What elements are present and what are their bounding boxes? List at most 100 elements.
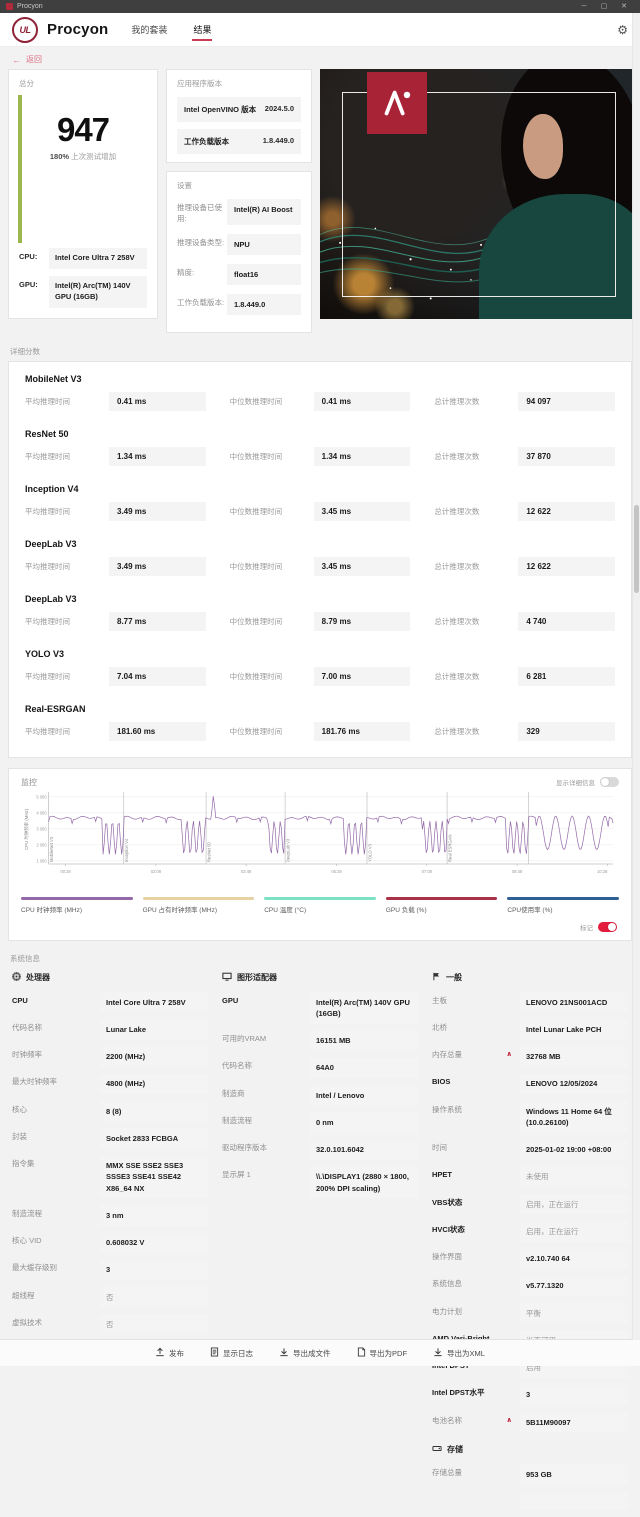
- metric-label: 平均推理时间: [25, 506, 109, 517]
- sysinfo-row: 制造流程0 nm: [222, 1112, 418, 1132]
- sysinfo-row: VBS状态启用，正在运行: [432, 1194, 628, 1214]
- footer-button-label: 发布: [169, 1348, 184, 1359]
- sysinfo-key-text: 代码名称: [222, 1061, 252, 1072]
- details-toggle-label: 显示详细信息: [556, 777, 595, 787]
- metric-value: 7.00 ms: [314, 667, 411, 686]
- footer-button-导出为XML[interactable]: 导出为XML: [433, 1347, 485, 1359]
- sysinfo-row: 制造商Intel / Lenovo: [222, 1085, 418, 1105]
- metric-value: 3.49 ms: [109, 502, 206, 521]
- sysinfo-value: Intel Lunar Lake PCH: [520, 1019, 628, 1039]
- maximize-button[interactable]: ▢: [594, 0, 614, 13]
- settings-rows: 推理设备已使用:Intel(R) AI Boost推理设备类型:NPU精度:fl…: [177, 199, 301, 315]
- window-titlebar: Procyon ─ ▢ ✕: [0, 0, 640, 13]
- footer-button-显示日志[interactable]: 显示日志: [210, 1347, 253, 1359]
- sysinfo-key-text: HVCI状态: [432, 1225, 465, 1236]
- legend-item: CPU 时钟频率 (MHz): [21, 897, 133, 915]
- sysinfo-value: 启用，正在运行: [520, 1221, 628, 1241]
- sysinfo-key: 内存总量∧: [432, 1047, 520, 1061]
- sysinfo-group-title: 图形适配器: [237, 972, 277, 983]
- sysinfo-group-header: 存储: [432, 1444, 628, 1455]
- tab-my-suites[interactable]: 我的套装: [130, 13, 168, 46]
- footer-button-label: 导出为XML: [447, 1348, 485, 1359]
- sysinfo-value: 否: [100, 1287, 208, 1307]
- minimize-button[interactable]: ─: [574, 0, 594, 13]
- metric-value: 94 097: [518, 392, 615, 411]
- legend-item: CPU使用率 (%): [507, 897, 619, 915]
- app-version-card: 应用程序版本 Intel OpenVINO 版本 2024.5.0 工作负载版本…: [166, 69, 312, 163]
- chevron-up-icon[interactable]: ∧: [506, 1050, 512, 1061]
- svg-text:YOLO V3: YOLO V3: [367, 843, 372, 862]
- export-download-icon: [433, 1347, 443, 1359]
- gear-icon[interactable]: ⚙: [617, 23, 628, 37]
- tab-results[interactable]: 结果: [192, 13, 212, 46]
- sysinfo-value: 953 GB: [520, 1464, 628, 1484]
- workload-metrics: 平均推理时间0.41 ms中位数推理时间0.41 ms总计推理次数94 097: [25, 392, 615, 411]
- legend-label: CPU使用率 (%): [507, 904, 619, 914]
- sysinfo-value: v2.10.740 64: [520, 1249, 628, 1269]
- sysinfo-key: 核心: [12, 1101, 100, 1115]
- sysinfo-value: 64A0: [310, 1058, 418, 1078]
- sysinfo-row: 虚拟技术否: [12, 1314, 208, 1334]
- scrollbar[interactable]: [632, 13, 640, 1340]
- metric-value: 12 622: [518, 502, 615, 521]
- sysinfo-key-text: VBS状态: [432, 1198, 462, 1209]
- sysinfo-column: 处理器CPUIntel Core Ultra 7 258V代码名称Lunar L…: [12, 968, 208, 1517]
- mark-toggle[interactable]: [598, 922, 617, 932]
- settings-row: 工作负载版本:1.8.449.0: [177, 294, 301, 315]
- score-section-label: 总分: [19, 78, 147, 89]
- sysinfo-value: 3 nm: [100, 1205, 208, 1225]
- footer-button-导出为PDF[interactable]: 导出为PDF: [357, 1347, 408, 1359]
- sysinfo-row: 可用的VRAM16151 MB: [222, 1031, 418, 1051]
- hardware-summary: CPU: Intel Core Ultra 7 258V GPU: Intel(…: [19, 241, 147, 308]
- sysinfo-key-text: 电力计划: [432, 1307, 462, 1318]
- sysinfo-key-text: 最大时钟频率: [12, 1077, 57, 1088]
- sysinfo-key: 最大缓存级别: [12, 1260, 100, 1274]
- workload-metrics: 平均推理时间7.04 ms中位数推理时间7.00 ms总计推理次数6 281: [25, 667, 615, 686]
- metric-label: 平均推理时间: [25, 671, 109, 682]
- sysinfo-key-text: 电池名称: [432, 1416, 462, 1427]
- sysinfo-key-text: 显示屏 1: [222, 1170, 251, 1181]
- legend-color-bar: [507, 897, 619, 901]
- back-link[interactable]: ← 返回: [0, 47, 640, 69]
- chevron-up-icon[interactable]: ∧: [506, 1416, 512, 1427]
- sysinfo-key-text: 时钟频率: [12, 1050, 42, 1061]
- workload-name: ResNet 50: [25, 429, 615, 439]
- settings-label: 精度:: [177, 264, 227, 285]
- scrollbar-thumb[interactable]: [634, 505, 639, 593]
- score-card: 总分 947 180% 上次测试增加 CPU: Intel Core Ultra…: [8, 69, 158, 319]
- metric-value: 37 870: [518, 447, 615, 466]
- svg-text:CPU 时钟频率 (MHz): CPU 时钟频率 (MHz): [23, 808, 30, 850]
- sysinfo-value: 32768 MB: [520, 1047, 628, 1067]
- workload-metrics: 平均推理时间8.77 ms中位数推理时间8.79 ms总计推理次数4 740: [25, 612, 615, 631]
- sysinfo-column: 一般主板LENOVO 21NS001ACD北桥Intel Lunar Lake …: [432, 968, 628, 1517]
- sysinfo-key: 虚拟技术: [12, 1314, 100, 1328]
- svg-text:DeepLab V3: DeepLab V3: [286, 838, 291, 862]
- sysinfo-key: 存储总量: [432, 1464, 520, 1478]
- sysinfo-key-text: 最大缓存级别: [12, 1263, 57, 1274]
- details-toggle-wrap: 显示详细信息: [556, 777, 619, 787]
- back-label: 返回: [26, 54, 42, 65]
- metric-value: 3.45 ms: [314, 502, 411, 521]
- footer-button-label: 显示日志: [223, 1348, 253, 1359]
- footer-button-导出成文件[interactable]: 导出成文件: [279, 1347, 331, 1359]
- sysinfo-row: HVCI状态 启用，正在运行: [432, 1221, 628, 1241]
- sysinfo-value: \\.\DISPLAY1 (2880 × 1800, 200% DPI scal…: [310, 1167, 418, 1199]
- metric-value: 181.76 ms: [314, 722, 411, 741]
- svg-text:1 000: 1 000: [36, 858, 47, 863]
- sysinfo-key: 超线程: [12, 1287, 100, 1301]
- sysinfo-key: 代码名称: [222, 1058, 310, 1072]
- summary-row: 总分 947 180% 上次测试增加 CPU: Intel Core Ultra…: [8, 69, 632, 333]
- svg-text:10:28: 10:28: [597, 868, 608, 873]
- sysinfo-key-text: 主板: [432, 996, 447, 1007]
- details-toggle[interactable]: [600, 777, 619, 787]
- sysinfo-value: Lunar Lake: [100, 1019, 208, 1039]
- sysinfo-key-text: 核心: [12, 1105, 27, 1116]
- metric-cell: 平均推理时间0.41 ms: [25, 392, 206, 411]
- chart-legend: CPU 时钟频率 (MHz)GPU 占有时钟频率 (MHz)CPU 温度 (°C…: [21, 897, 619, 915]
- close-button[interactable]: ✕: [614, 0, 634, 13]
- log-document-icon: [210, 1347, 219, 1359]
- settings-row: 精度:float16: [177, 264, 301, 285]
- sysinfo-key-text: 制造流程: [222, 1116, 252, 1127]
- footer-button-发布[interactable]: 发布: [155, 1347, 184, 1359]
- back-arrow-icon: ←: [12, 55, 21, 65]
